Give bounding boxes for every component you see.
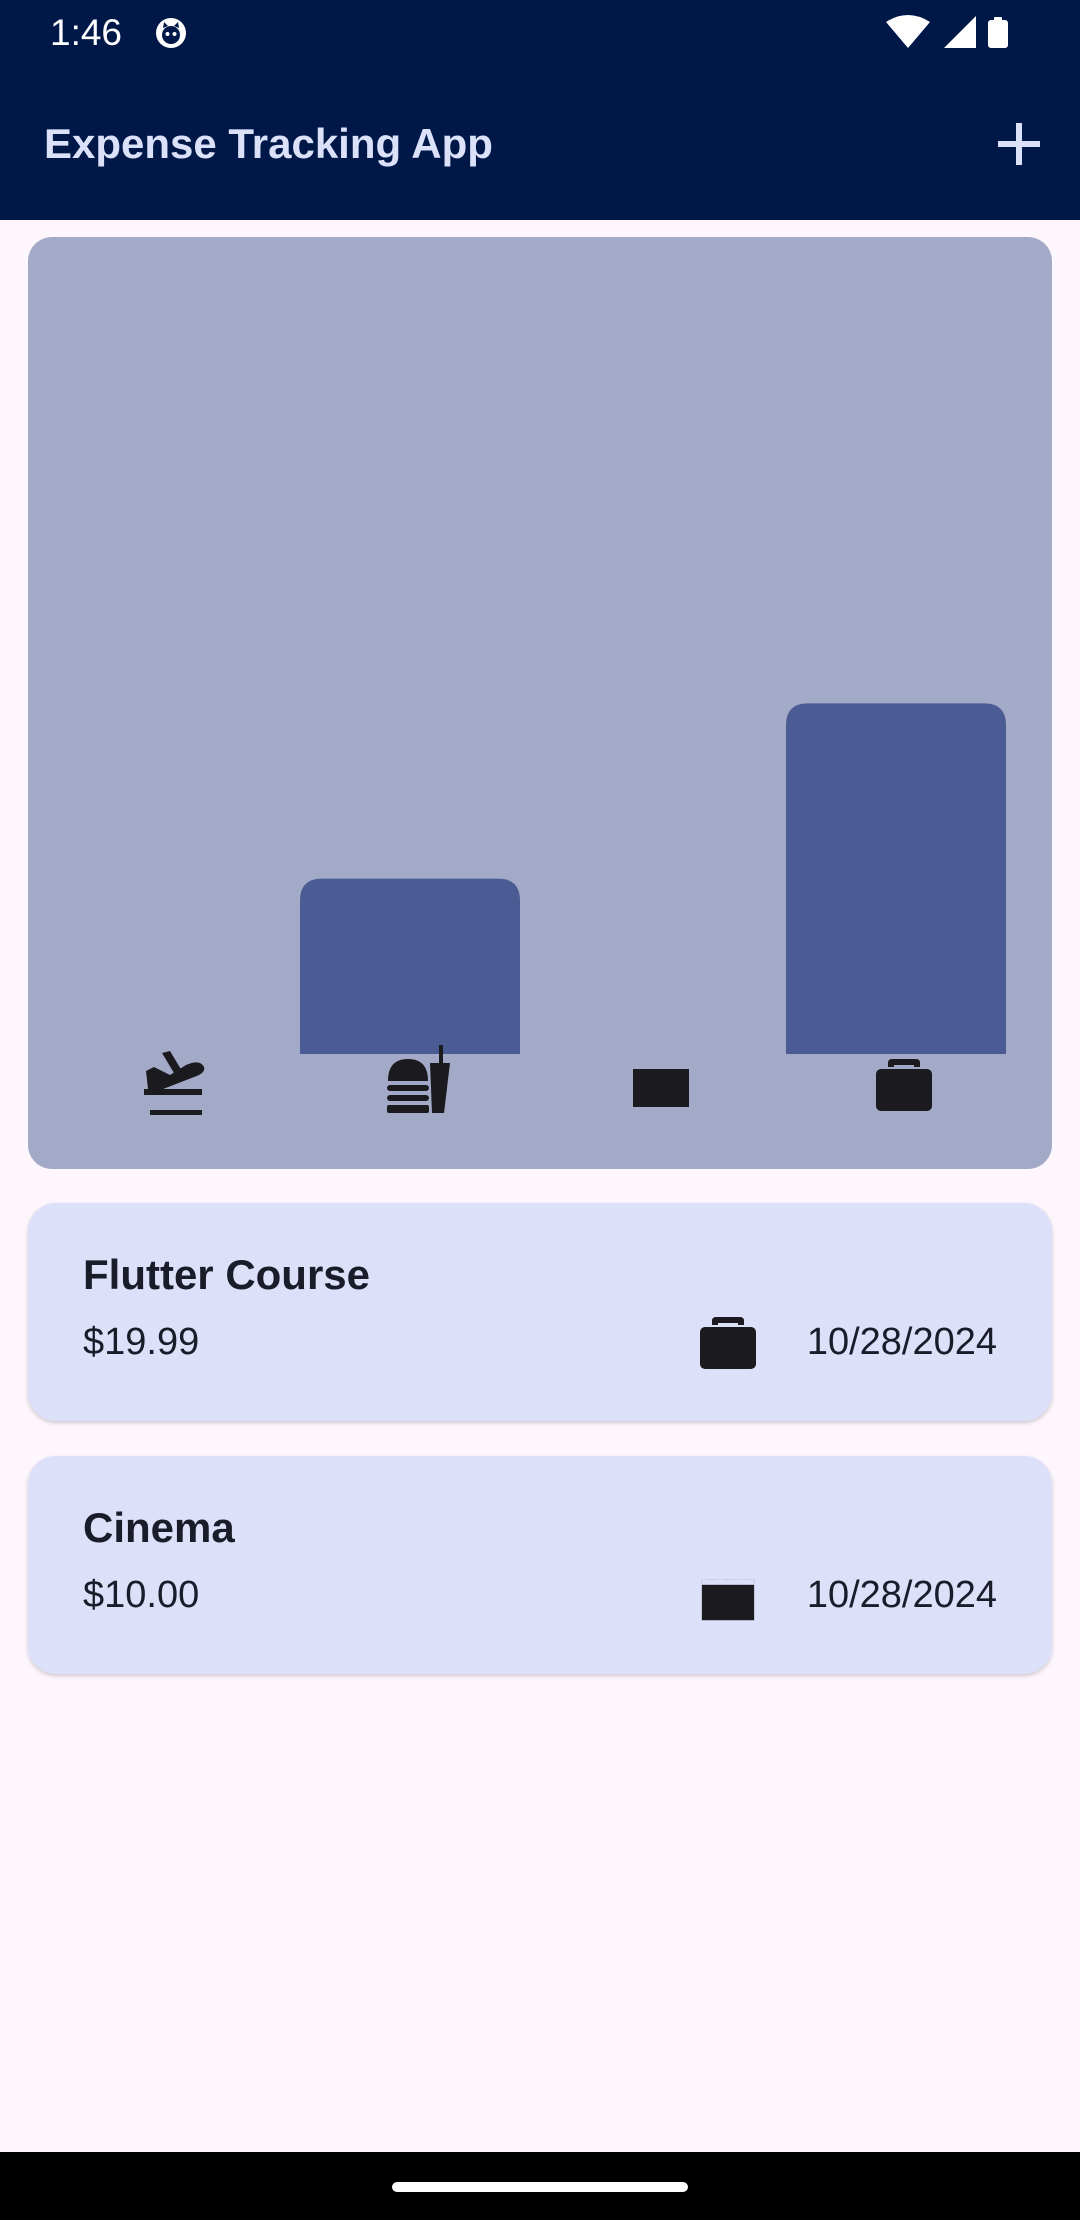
status-time: 1:46 bbox=[50, 12, 123, 53]
navigation-bar bbox=[0, 2152, 1080, 2220]
expense-date: 10/28/2024 bbox=[806, 1321, 997, 1363]
plus-icon bbox=[998, 123, 1040, 165]
home-gesture-handle[interactable] bbox=[392, 2182, 688, 2192]
expense-amount: $10.00 bbox=[83, 1574, 200, 1616]
battery-icon bbox=[988, 17, 1008, 48]
work-icon bbox=[876, 1059, 932, 1111]
add-expense-button[interactable] bbox=[994, 119, 1044, 169]
app-bar: Expense Tracking App bbox=[0, 66, 1080, 220]
expense-card[interactable]: Cinema $10.00 10/28/2024 bbox=[28, 1456, 1052, 1674]
fastfood-icon bbox=[387, 1045, 450, 1113]
chart-bar-work bbox=[786, 703, 1006, 1054]
expense-amount: $19.99 bbox=[83, 1321, 200, 1363]
work-icon bbox=[700, 1317, 756, 1369]
chart-bar-food bbox=[300, 878, 520, 1054]
movie-icon bbox=[701, 1569, 755, 1621]
expense-chart bbox=[28, 237, 1052, 1169]
movie-icon bbox=[633, 1053, 689, 1107]
cat-icon bbox=[156, 18, 186, 48]
flight-takeoff-icon bbox=[144, 1051, 205, 1115]
expense-card[interactable]: Flutter Course $19.99 10/28/2024 bbox=[28, 1203, 1052, 1421]
signal-icon bbox=[944, 16, 976, 48]
expense-title: Cinema bbox=[83, 1504, 235, 1551]
wifi-icon bbox=[886, 15, 930, 48]
expense-date: 10/28/2024 bbox=[806, 1574, 997, 1616]
status-icons bbox=[886, 15, 1008, 48]
status-bar: 1:46 bbox=[0, 0, 1080, 66]
app-title: Expense Tracking App bbox=[44, 120, 493, 167]
expense-title: Flutter Course bbox=[83, 1251, 371, 1298]
chart-canvas bbox=[144, 703, 1006, 1115]
